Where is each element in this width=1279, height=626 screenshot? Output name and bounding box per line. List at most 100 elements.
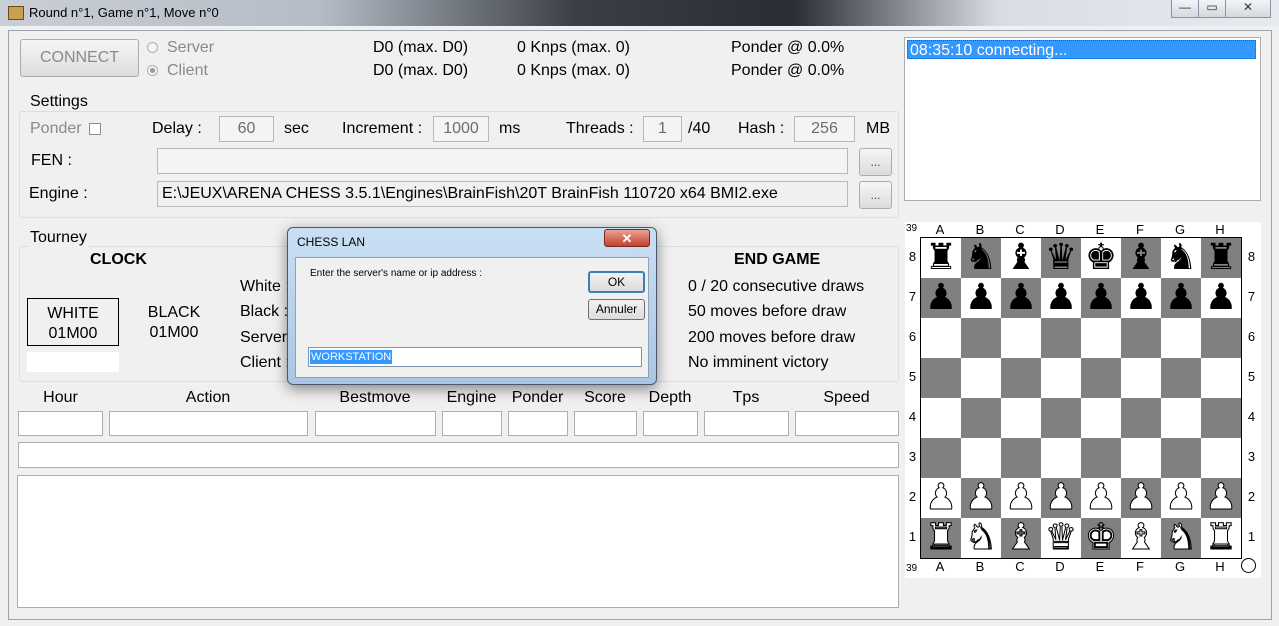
board-square-e5[interactable] — [1081, 358, 1121, 398]
board-square-d4[interactable] — [1041, 398, 1081, 438]
board-square-d6[interactable] — [1041, 318, 1081, 358]
board-square-e1[interactable]: ♚ — [1081, 517, 1121, 558]
board-square-h8[interactable]: ♜ — [1201, 238, 1241, 278]
board-square-a2[interactable]: ♟ — [921, 477, 961, 518]
pv-field[interactable] — [18, 442, 899, 468]
white-queen-icon[interactable]: ♛ — [1044, 517, 1077, 558]
chess-board[interactable]: ♜ ♞ ♝ ♛ ♚ ♝ ♞ ♜ ♟ ♟ ♟ ♟ ♟ ♟ ♟ ♟ ♟ ♟ ♟ ♟ ♟ ♟ ♟ ♟ ♜ ♞ ♝ ♛ ♚ ♝ ♞ ♜ — [920, 237, 1242, 559]
black-rook-icon[interactable]: ♜ — [925, 237, 957, 278]
white-pawn-icon[interactable]: ♟ — [924, 477, 957, 518]
cancel-button[interactable]: Annuler — [588, 299, 645, 320]
board-square-a3[interactable] — [921, 438, 961, 478]
bestmove-field[interactable] — [315, 411, 436, 436]
white-rook-icon[interactable]: ♜ — [1204, 517, 1237, 558]
board-square-c2[interactable]: ♟ — [1001, 477, 1041, 518]
board-square-g2[interactable]: ♟ — [1161, 477, 1201, 518]
white-knight-icon[interactable]: ♞ — [964, 517, 997, 558]
black-bishop-icon[interactable]: ♝ — [1005, 237, 1037, 278]
ponder-checkbox[interactable] — [89, 123, 101, 135]
board-square-e3[interactable] — [1081, 438, 1121, 478]
fen-input[interactable] — [157, 148, 848, 174]
connect-button[interactable]: CONNECT — [20, 39, 139, 77]
board-square-h5[interactable] — [1201, 358, 1241, 398]
board-square-c1[interactable]: ♝ — [1001, 517, 1041, 558]
fen-browse-button[interactable]: ... — [859, 148, 892, 176]
board-square-f5[interactable] — [1121, 358, 1161, 398]
board-square-f8[interactable]: ♝ — [1121, 238, 1161, 278]
tps-field[interactable] — [704, 411, 789, 436]
board-square-d7[interactable]: ♟ — [1041, 278, 1081, 318]
black-knight-icon[interactable]: ♞ — [1165, 237, 1197, 278]
board-square-a7[interactable]: ♟ — [921, 278, 961, 318]
board-square-f3[interactable] — [1121, 438, 1161, 478]
window-close-button[interactable]: ✕ — [1225, 0, 1271, 18]
board-square-d5[interactable] — [1041, 358, 1081, 398]
hash-input[interactable]: 256 — [794, 116, 855, 142]
board-square-c7[interactable]: ♟ — [1001, 278, 1041, 318]
black-pawn-icon[interactable]: ♟ — [965, 277, 997, 318]
board-square-a6[interactable] — [921, 318, 961, 358]
dialog-close-button[interactable]: ✕ — [604, 229, 650, 247]
board-square-b3[interactable] — [961, 438, 1001, 478]
board-square-e7[interactable]: ♟ — [1081, 278, 1121, 318]
white-pawn-icon[interactable]: ♟ — [1084, 477, 1117, 518]
board-square-d8[interactable]: ♛ — [1041, 238, 1081, 278]
board-square-f4[interactable] — [1121, 398, 1161, 438]
board-square-a4[interactable] — [921, 398, 961, 438]
board-square-b1[interactable]: ♞ — [961, 517, 1001, 558]
board-square-b7[interactable]: ♟ — [961, 278, 1001, 318]
board-square-b5[interactable] — [961, 358, 1001, 398]
black-pawn-icon[interactable]: ♟ — [1045, 277, 1077, 318]
board-square-h7[interactable]: ♟ — [1201, 278, 1241, 318]
board-square-d2[interactable]: ♟ — [1041, 477, 1081, 518]
board-square-g8[interactable]: ♞ — [1161, 238, 1201, 278]
board-square-h2[interactable]: ♟ — [1201, 477, 1241, 518]
board-square-c3[interactable] — [1001, 438, 1041, 478]
board-square-c6[interactable] — [1001, 318, 1041, 358]
board-square-g5[interactable] — [1161, 358, 1201, 398]
black-bishop-icon[interactable]: ♝ — [1125, 237, 1157, 278]
board-square-d3[interactable] — [1041, 438, 1081, 478]
board-square-h3[interactable] — [1201, 438, 1241, 478]
log-line[interactable]: 08:35:10 connecting... — [907, 40, 1256, 59]
white-king-icon[interactable]: ♚ — [1084, 517, 1117, 558]
white-pawn-icon[interactable]: ♟ — [964, 477, 997, 518]
engine-browse-button[interactable]: ... — [859, 181, 892, 209]
maximize-button[interactable]: ▭ — [1198, 0, 1226, 18]
log-list[interactable]: 08:35:10 connecting... — [904, 37, 1261, 201]
board-square-f2[interactable]: ♟ — [1121, 477, 1161, 518]
black-rook-icon[interactable]: ♜ — [1205, 237, 1237, 278]
black-knight-icon[interactable]: ♞ — [965, 237, 997, 278]
depth-field[interactable] — [643, 411, 698, 436]
board-square-c4[interactable] — [1001, 398, 1041, 438]
board-square-g6[interactable] — [1161, 318, 1201, 358]
engine-field[interactable] — [442, 411, 502, 436]
board-square-b2[interactable]: ♟ — [961, 477, 1001, 518]
board-square-a5[interactable] — [921, 358, 961, 398]
board-square-e2[interactable]: ♟ — [1081, 477, 1121, 518]
board-square-g4[interactable] — [1161, 398, 1201, 438]
board-square-b4[interactable] — [961, 398, 1001, 438]
board-square-f1[interactable]: ♝ — [1121, 517, 1161, 558]
engine-input[interactable]: E:\JEUX\ARENA CHESS 3.5.1\Engines\BrainF… — [157, 181, 848, 207]
action-field[interactable] — [109, 411, 308, 436]
threads-input[interactable]: 1 — [643, 116, 682, 142]
white-pawn-icon[interactable]: ♟ — [1164, 477, 1197, 518]
minimize-button[interactable]: — — [1171, 0, 1199, 18]
board-square-g3[interactable] — [1161, 438, 1201, 478]
board-square-b6[interactable] — [961, 318, 1001, 358]
hour-field[interactable] — [18, 411, 103, 436]
board-square-c8[interactable]: ♝ — [1001, 238, 1041, 278]
board-square-a1[interactable]: ♜ — [921, 517, 961, 558]
black-queen-icon[interactable]: ♛ — [1045, 237, 1077, 278]
score-field[interactable] — [574, 411, 637, 436]
black-pawn-icon[interactable]: ♟ — [1125, 277, 1157, 318]
delay-input[interactable]: 60 — [219, 116, 274, 142]
white-knight-icon[interactable]: ♞ — [1164, 517, 1197, 558]
black-pawn-icon[interactable]: ♟ — [1085, 277, 1117, 318]
board-square-e4[interactable] — [1081, 398, 1121, 438]
white-bishop-icon[interactable]: ♝ — [1004, 517, 1037, 558]
board-square-f6[interactable] — [1121, 318, 1161, 358]
server-radio[interactable] — [147, 42, 158, 53]
black-pawn-icon[interactable]: ♟ — [925, 277, 957, 318]
